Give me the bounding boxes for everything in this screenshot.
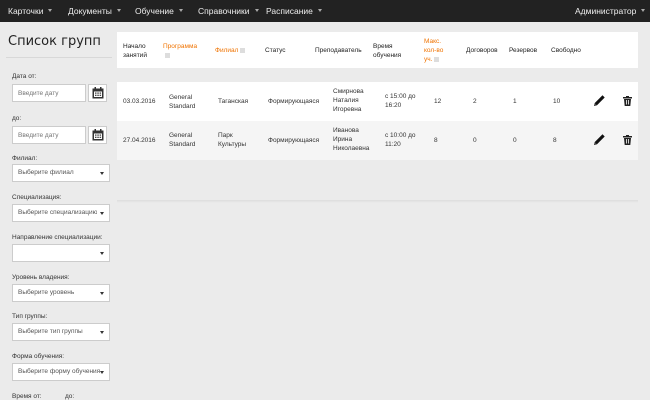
col-teacher: Преподаватель: [315, 47, 362, 54]
cell-teacher: Смирнова Наталия Игоревна: [333, 88, 364, 113]
cell-time: с 10:00 до 11:20: [385, 132, 416, 148]
table-row[interactable]: 27.04.2016 General Standard Парк Культуры …: [117, 121, 638, 160]
chevron-down-icon: [100, 331, 104, 334]
cell-reserves: 0: [513, 137, 517, 144]
level-filter-label: Уровень владения:: [12, 274, 70, 281]
col-reserves: Резервов: [509, 47, 538, 54]
cell-teacher: Иванова Ирина Николаевна: [333, 127, 370, 152]
cell-max: 8: [434, 137, 438, 144]
cell-contracts: 0: [473, 137, 477, 144]
date-from-label: Дата от:: [12, 73, 37, 80]
group-type-select[interactable]: Выберите тип группы: [12, 323, 110, 341]
cell-time: с 15:00 до 16:20: [385, 93, 416, 109]
cell-program: General Standard: [169, 132, 196, 148]
calendar-icon: [92, 129, 104, 141]
sort-icon: [165, 52, 170, 58]
chevron-down-icon: [100, 371, 104, 374]
col-free: Свободно: [551, 47, 581, 54]
chevron-down-icon: [641, 9, 646, 13]
col-start-date[interactable]: Начало занятий: [123, 42, 147, 60]
trash-icon[interactable]: [623, 96, 632, 106]
nav-item-education[interactable]: Обучение: [135, 0, 183, 22]
table-header: Начало занятий Программа Филиал Статус Пр…: [117, 32, 638, 68]
nav-item-directories[interactable]: Справочники: [198, 0, 259, 22]
date-from-input[interactable]: [12, 84, 86, 102]
cell-contracts: 2: [473, 98, 477, 105]
chevron-down-icon: [100, 252, 104, 255]
chevron-down-icon: [116, 9, 121, 13]
chevron-down-icon: [100, 212, 104, 215]
filter-sidebar: Список групп Дата от: до: Филиал: Выбери…: [0, 22, 117, 400]
chevron-down-icon: [254, 9, 259, 13]
table-row[interactable]: 03.03.2016 General Standard Таганская Фор…: [117, 82, 638, 121]
chevron-down-icon: [48, 9, 53, 13]
cell-branch: Таганская: [218, 98, 249, 105]
sort-icon: [434, 56, 440, 62]
date-to-label: до:: [12, 115, 22, 122]
col-contracts: Договоров: [466, 47, 498, 54]
date-to-input[interactable]: [12, 126, 86, 144]
branch-select[interactable]: Выберите филиал: [12, 164, 110, 182]
pencil-icon[interactable]: [593, 133, 606, 146]
sort-icon: [240, 47, 246, 53]
direction-select[interactable]: [12, 244, 110, 262]
cell-status: Формирующаяся: [268, 137, 320, 144]
direction-filter-label: Направление специализации:: [12, 234, 103, 241]
cell-program: General Standard: [169, 94, 196, 110]
study-form-select[interactable]: Выберите форму обучения: [12, 363, 110, 381]
table-bottom-shadow: [117, 200, 638, 203]
specialization-filter-label: Специализация:: [12, 194, 62, 201]
col-max-students[interactable]: Макс. кол-во уч.: [424, 37, 443, 64]
branch-filter-label: Филиал:: [12, 155, 38, 162]
cell-status: Формирующаяся: [268, 98, 320, 105]
col-time: Время обучения: [373, 43, 402, 59]
cell-reserves: 1: [513, 98, 517, 105]
date-to-calendar-button[interactable]: [88, 126, 107, 144]
trash-icon[interactable]: [623, 135, 632, 145]
nav-item-documents[interactable]: Документы: [68, 0, 121, 22]
nav-user-menu[interactable]: Администратор: [575, 0, 646, 22]
nav-item-cards[interactable]: Карточки: [8, 0, 53, 22]
divider: [6, 57, 112, 58]
chevron-down-icon: [100, 292, 104, 295]
nav-item-schedule[interactable]: Расписание: [266, 0, 322, 22]
page-title: Список групп: [8, 34, 101, 49]
level-select[interactable]: Выберите уровень: [12, 284, 110, 302]
pencil-icon[interactable]: [593, 94, 606, 107]
cell-start-date: 27.04.2016: [123, 137, 156, 144]
top-navbar: Карточки Документы Обучение Справочники …: [0, 0, 650, 22]
col-status: Статус: [265, 47, 286, 54]
time-to-label: до:: [65, 393, 75, 400]
calendar-icon: [92, 87, 104, 99]
cell-start-date: 03.03.2016: [123, 98, 156, 105]
chevron-down-icon: [317, 9, 322, 13]
group-type-filter-label: Тип группы:: [12, 313, 48, 320]
date-from-calendar-button[interactable]: [88, 84, 107, 102]
study-form-filter-label: Форма обучения:: [12, 353, 65, 360]
cell-free: 8: [553, 137, 557, 144]
specialization-select[interactable]: Выберите специализацию: [12, 204, 110, 222]
chevron-down-icon: [100, 172, 104, 175]
col-branch[interactable]: Филиал: [215, 46, 246, 55]
cell-branch: Парк Культуры: [218, 132, 247, 148]
col-program[interactable]: Программа: [163, 42, 197, 60]
cell-free: 10: [553, 98, 561, 105]
time-from-label: Время от:: [12, 393, 42, 400]
cell-max: 12: [434, 98, 442, 105]
chevron-down-icon: [178, 9, 183, 13]
